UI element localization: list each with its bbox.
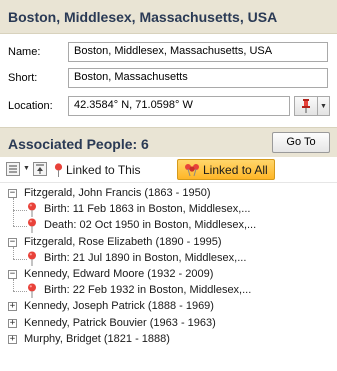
multiple-pins-icon — [185, 163, 199, 176]
person-row[interactable]: − Kennedy, Edward Moore (1932 - 2009) — [0, 267, 337, 283]
collapse-icon[interactable]: − — [8, 189, 17, 198]
event-text: Death: 02 Oct 1950 in Boston, Middlesex,… — [44, 219, 257, 232]
person-name: Fitzgerald, John Francis (1863 - 1950) — [24, 187, 211, 199]
short-label: Short: — [8, 72, 38, 84]
linked-to-all-label: Linked to All — [203, 162, 268, 177]
linked-to-all-button[interactable]: Linked to All — [177, 159, 275, 180]
person-name: Fitzgerald, Rose Elizabeth (1890 - 1995) — [24, 235, 222, 248]
event-text: Birth: 22 Feb 1932 in Boston, Middlesex,… — [44, 284, 252, 297]
map-pin-icon — [27, 202, 37, 218]
people-toolbar: ▼ Linked to This Linked to All — [0, 157, 337, 183]
collapse-icon[interactable]: − — [8, 270, 17, 279]
person-name: Kennedy, Edward Moore (1932 - 2009) — [24, 268, 214, 280]
expand-icon[interactable]: + — [8, 318, 17, 328]
short-name-field[interactable]: Boston, Massachusetts — [68, 68, 328, 88]
map-pin-icon — [27, 283, 37, 299]
tree-connector — [13, 246, 14, 259]
person-row[interactable]: − Fitzgerald, Rose Elizabeth (1890 - 1995… — [0, 235, 337, 251]
expand-all-icon[interactable] — [6, 162, 20, 176]
expand-icon[interactable]: + — [8, 302, 17, 312]
tree-connector — [13, 279, 14, 292]
collapse-all-icon[interactable] — [33, 162, 47, 176]
map-pin-icon — [27, 251, 37, 266]
associated-people-header: Associated People: 6 Go To — [0, 127, 337, 157]
name-field[interactable]: Boston, Middlesex, Massachusetts, USA — [68, 42, 328, 62]
pushpin-icon — [302, 99, 310, 113]
location-label: Location: — [8, 100, 53, 112]
person-row[interactable]: + Murphy, Bridget (1821 - 1888) — [0, 332, 337, 348]
tree-connector — [13, 258, 27, 260]
pin-location-button[interactable] — [294, 96, 318, 116]
place-title: Boston, Middlesex, Massachusetts, USA — [8, 9, 278, 25]
location-row: Location: 42.3584° N, 71.0598° W ▼ — [0, 94, 337, 120]
tree-connector — [13, 226, 27, 228]
map-pin-icon — [27, 218, 37, 234]
person-row[interactable]: + Kennedy, Joseph Patrick (1888 - 1969) — [0, 299, 337, 315]
location-field[interactable]: 42.3584° N, 71.0598° W — [68, 96, 290, 116]
tree-connector — [13, 210, 14, 227]
linked-to-this-button[interactable]: Linked to This — [48, 159, 147, 180]
go-to-button[interactable]: Go To — [272, 132, 330, 153]
event-text: Birth: 21 Jul 1890 in Boston, Middlesex,… — [44, 251, 247, 264]
person-name: Murphy, Bridget (1821 - 1888) — [24, 332, 170, 345]
place-header: Boston, Middlesex, Massachusetts, USA — [0, 0, 337, 34]
name-row: Name: Boston, Middlesex, Massachusetts, … — [0, 40, 337, 66]
tree-connector — [13, 198, 14, 211]
expand-menu-chevron-icon[interactable]: ▼ — [23, 165, 30, 172]
map-pin-icon — [54, 162, 63, 177]
collapse-icon[interactable]: − — [8, 237, 17, 247]
event-row[interactable]: Birth: 21 Jul 1890 in Boston, Middlesex,… — [0, 246, 337, 267]
linked-to-this-label: Linked to This — [66, 162, 141, 177]
location-dropdown-button[interactable]: ▼ — [318, 96, 330, 116]
tree-connector — [13, 291, 27, 293]
short-row: Short: Boston, Massachusetts — [0, 66, 337, 92]
person-row[interactable]: − Fitzgerald, John Francis (1863 - 1950) — [0, 186, 337, 202]
event-text: Birth: 11 Feb 1863 in Boston, Middlesex,… — [44, 203, 251, 216]
expand-icon[interactable]: + — [8, 334, 17, 344]
chevron-down-icon: ▼ — [320, 102, 327, 110]
person-name: Kennedy, Patrick Bouvier (1963 - 1963) — [24, 316, 216, 329]
person-row[interactable]: + Kennedy, Patrick Bouvier (1963 - 1963) — [0, 316, 337, 332]
name-label: Name: — [8, 46, 41, 58]
associated-people-title: Associated People: 6 — [8, 136, 149, 152]
event-row[interactable]: Death: 02 Oct 1950 in Boston, Middlesex,… — [0, 210, 337, 234]
event-row[interactable]: Birth: 22 Feb 1932 in Boston, Middlesex,… — [0, 279, 337, 299]
event-row[interactable]: Birth: 11 Feb 1863 in Boston, Middlesex,… — [0, 198, 337, 218]
person-name: Kennedy, Joseph Patrick (1888 - 1969) — [24, 300, 214, 313]
tree-connector — [13, 210, 27, 212]
